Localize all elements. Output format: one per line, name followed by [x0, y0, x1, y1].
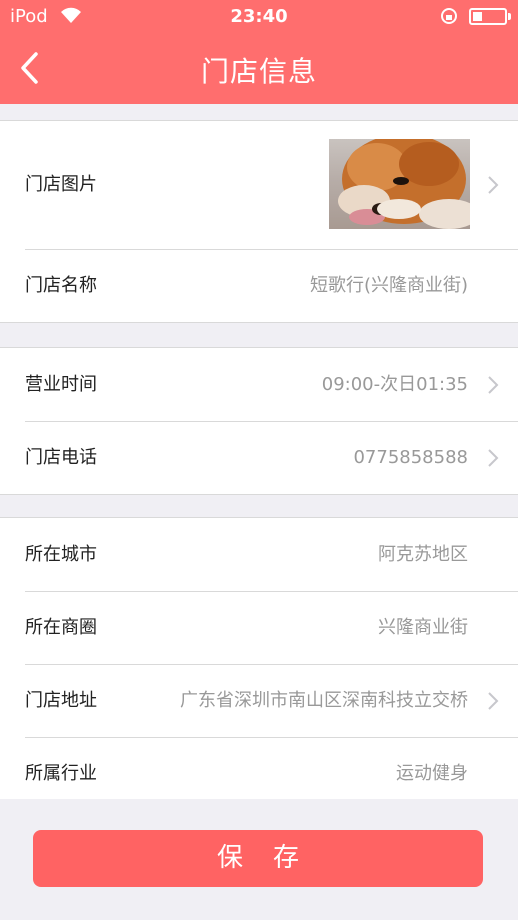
row-value: 短歌行(兴隆商业街) — [309, 275, 468, 296]
row-label: 所属行业 — [25, 763, 97, 784]
group-location: 所在城市 阿克苏地区 所在商圈 兴隆商业街 门店地址 广东省深圳市南山区深南科技… — [0, 517, 518, 799]
row-label: 门店图片 — [25, 174, 97, 195]
row-label: 门店电话 — [25, 447, 97, 468]
row-store-photo[interactable]: 门店图片 — [0, 121, 518, 249]
chevron-right-icon — [488, 449, 499, 467]
row-label: 门店地址 — [25, 690, 97, 711]
chevron-right-icon — [488, 692, 499, 710]
row-store-name[interactable]: 门店名称 短歌行(兴隆商业街) — [0, 249, 518, 322]
row-value: 兴隆商业街 — [378, 617, 468, 638]
row-value: 运动健身 — [396, 763, 468, 784]
group-hours-phone: 营业时间 09:00-次日01:35 门店电话 0775858588 — [0, 347, 518, 495]
row-industry[interactable]: 所属行业 运动健身 — [0, 737, 518, 810]
row-city[interactable]: 所在城市 阿克苏地区 — [0, 518, 518, 591]
row-label: 门店名称 — [25, 275, 97, 296]
store-photo-image[interactable] — [329, 139, 470, 229]
row-business-hours[interactable]: 营业时间 09:00-次日01:35 — [0, 348, 518, 421]
row-business-district[interactable]: 所在商圈 兴隆商业街 — [0, 591, 518, 664]
row-value: 广东省深圳市南山区深南科技立交桥 — [180, 690, 468, 711]
battery-icon — [469, 8, 507, 25]
row-value: 阿克苏地区 — [378, 544, 468, 565]
save-button[interactable]: 保存 — [33, 830, 483, 887]
row-store-phone[interactable]: 门店电话 0775858588 — [0, 421, 518, 494]
row-label: 营业时间 — [25, 374, 97, 395]
battery-tip — [508, 13, 511, 20]
page-title: 门店信息 — [200, 55, 317, 88]
dog-photo-icon — [338, 139, 470, 229]
chevron-right-icon — [488, 176, 499, 194]
group-basic-info: 门店图片 门店名称 短歌行(兴隆商业街) — [0, 120, 518, 323]
row-label: 所在商圈 — [25, 617, 97, 638]
rotation-lock-icon — [441, 8, 457, 24]
nav-header: iPod 23:40 门店信息 — [0, 0, 518, 104]
row-value: 0775858588 — [353, 447, 468, 468]
row-value: 09:00-次日01:35 — [321, 374, 468, 395]
row-label: 所在城市 — [25, 544, 97, 565]
status-bar: iPod 23:40 — [0, 0, 518, 34]
row-store-address[interactable]: 门店地址 广东省深圳市南山区深南科技立交桥 — [0, 664, 518, 737]
chevron-right-icon — [488, 376, 499, 394]
